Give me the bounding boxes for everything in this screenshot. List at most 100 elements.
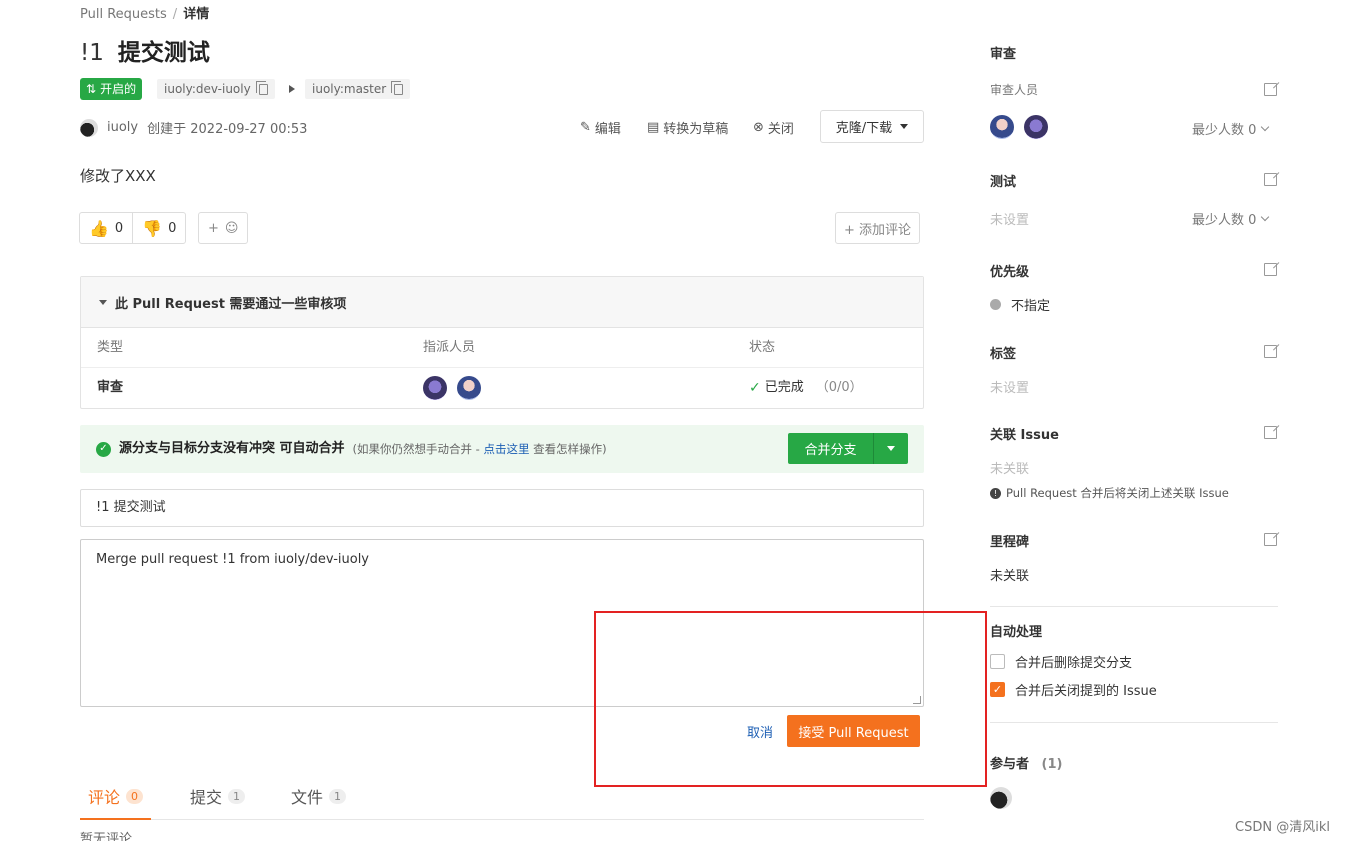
- divider: [990, 606, 1278, 607]
- hint-suffix: 查看怎样操作): [529, 442, 607, 456]
- issues-note: ! Pull Request 合并后将关闭上述关联 Issue: [990, 485, 1229, 501]
- clone-label: 克隆/下载: [835, 121, 893, 136]
- to-draft-button[interactable]: ▤ 转换为草稿: [647, 118, 728, 137]
- tab-label: 文件: [291, 788, 324, 807]
- merge-title-input[interactable]: !1 提交测试: [80, 489, 924, 527]
- edit-icon[interactable]: [1264, 83, 1277, 96]
- reaction-group: 👍 0 👎 0: [79, 212, 187, 244]
- checkbox-label: 合并后删除提交分支: [1015, 656, 1133, 671]
- hint-prefix: (如果你仍然想手动合并 -: [352, 442, 484, 456]
- edit-button[interactable]: ✎ 编辑: [580, 118, 621, 137]
- chevron-down-icon: [1261, 122, 1270, 131]
- test-value: 未设置: [990, 213, 1030, 228]
- status-badge-label: 开启的: [100, 82, 137, 96]
- arrow-right-icon: [289, 85, 295, 93]
- close-pr-button[interactable]: ⊗ 关闭: [753, 118, 794, 137]
- created-time: 创建于 2022-09-27 00:53: [147, 122, 308, 137]
- sidebar-participants-heading: 参与者 (1): [990, 753, 1062, 772]
- pr-title: 提交测试: [117, 40, 210, 66]
- tab-count: 1: [329, 788, 347, 804]
- min-count-label: 最少人数 0: [1192, 123, 1257, 138]
- delete-branch-checkbox[interactable]: [990, 654, 1005, 669]
- merge-hint: (如果你仍然想手动合并 - 点击这里 查看怎样操作): [353, 425, 607, 473]
- tab-commits[interactable]: 提交 1: [190, 784, 246, 808]
- breadcrumb: Pull Requests / 详情: [80, 3, 209, 22]
- issues-value: 未关联: [990, 462, 1030, 477]
- breadcrumb-parent-link[interactable]: Pull Requests: [80, 7, 167, 22]
- min-count-label: 最少人数 0: [1192, 213, 1257, 228]
- add-emoji-button[interactable]: + ☺: [198, 212, 249, 244]
- sidebar-test-heading: 测试: [990, 175, 1017, 190]
- edit-icon[interactable]: [1264, 426, 1277, 439]
- divider: [990, 722, 1278, 723]
- thumbs-down-count: 0: [168, 220, 177, 236]
- sidebar-review-heading: 审查: [990, 47, 1017, 62]
- test-min-count-select[interactable]: 最少人数 0: [1192, 209, 1270, 228]
- pr-number: !1: [80, 40, 104, 66]
- edit-icon[interactable]: [1264, 263, 1277, 276]
- tab-count: 0: [126, 788, 144, 804]
- tab-files[interactable]: 文件 1: [291, 784, 347, 808]
- to-draft-label: 转换为草稿: [663, 122, 729, 137]
- column-header: 类型: [97, 340, 124, 355]
- thumbs-down-icon: 👎: [142, 218, 163, 238]
- merge-options-dropdown[interactable]: [874, 433, 908, 464]
- avatar[interactable]: [457, 376, 481, 400]
- copy-icon[interactable]: [255, 80, 268, 95]
- checkbox-label: 合并后关闭提到的 Issue: [1015, 684, 1157, 699]
- sidebar-issues-heading: 关联 Issue: [990, 428, 1059, 443]
- manual-merge-link[interactable]: 点击这里: [483, 442, 529, 456]
- avatar[interactable]: [80, 118, 98, 137]
- column-header: 指派人员: [423, 340, 476, 355]
- edit-icon[interactable]: [1264, 345, 1277, 358]
- chevron-down-icon: [900, 124, 909, 129]
- pr-description: 修改了XXX: [80, 167, 156, 185]
- close-issue-checkbox[interactable]: ✓: [990, 682, 1005, 697]
- close-issue-checkbox-row[interactable]: ✓ 合并后关闭提到的 Issue: [990, 680, 1157, 699]
- merge-message-text: Merge pull request !1 from iuoly/dev-iuo…: [96, 552, 369, 567]
- participants-label: 参与者: [990, 757, 1030, 772]
- avatar[interactable]: [423, 376, 447, 400]
- merge-status-bar: ✓ 源分支与目标分支没有冲突 可自动合并 (如果你仍然想手动合并 - 点击这里 …: [80, 425, 924, 473]
- edit-icon[interactable]: [1264, 173, 1277, 186]
- close-icon: ⊗: [753, 120, 764, 135]
- add-comment-button[interactable]: + 添加评论: [835, 212, 920, 244]
- active-tab-indicator: [80, 818, 151, 820]
- sidebar-auto-heading: 自动处理: [990, 625, 1043, 640]
- check-circle-icon: ✓: [749, 380, 761, 396]
- clone-download-button[interactable]: 克隆/下载: [820, 110, 924, 143]
- review-checks-toggle[interactable]: 此 Pull Request 需要通过一些审核项: [81, 277, 923, 328]
- thumbs-up-button[interactable]: 👍 0: [80, 213, 132, 243]
- target-branch[interactable]: iuoly:master: [305, 79, 411, 99]
- breadcrumb-current: 详情: [183, 7, 210, 22]
- review-table-header: 类型 指派人员 状态: [81, 328, 923, 368]
- tab-comments[interactable]: 评论 0: [88, 784, 144, 808]
- review-type: 审查: [97, 380, 124, 395]
- add-emoji-label: +: [208, 220, 219, 236]
- edit-icon: ✎: [580, 120, 591, 135]
- author-name[interactable]: iuoly: [107, 120, 138, 135]
- highlight-annotation-box: [594, 611, 987, 787]
- tab-label: 评论: [88, 788, 121, 807]
- review-min-count-select[interactable]: 最少人数 0: [1192, 119, 1270, 138]
- sidebar-labels-heading: 标签: [990, 347, 1017, 362]
- close-label: 关闭: [767, 122, 794, 137]
- tab-label: 提交: [190, 788, 223, 807]
- edit-icon[interactable]: [1264, 533, 1277, 546]
- delete-branch-checkbox-row[interactable]: 合并后删除提交分支: [990, 652, 1132, 671]
- source-branch-label: iuoly:dev-iuoly: [164, 82, 251, 96]
- source-branch[interactable]: iuoly:dev-iuoly: [157, 79, 275, 99]
- priority-value: 不指定: [990, 295, 1050, 314]
- avatar[interactable]: [1024, 115, 1048, 139]
- merge-button-group: 合并分支: [788, 433, 908, 464]
- merge-branch-button[interactable]: 合并分支: [788, 433, 874, 464]
- copy-icon[interactable]: [391, 80, 404, 95]
- avatar[interactable]: [990, 787, 1012, 809]
- status-badge: ⇅ 开启的: [80, 78, 143, 100]
- thumbs-down-button[interactable]: 👎 0: [132, 213, 185, 243]
- labels-value: 未设置: [990, 381, 1030, 396]
- page-title: !1 提交测试: [80, 33, 210, 67]
- tab-bar: 评论 0 提交 1 文件 1: [80, 776, 924, 820]
- tab-count: 1: [228, 788, 246, 804]
- avatar[interactable]: [990, 115, 1014, 139]
